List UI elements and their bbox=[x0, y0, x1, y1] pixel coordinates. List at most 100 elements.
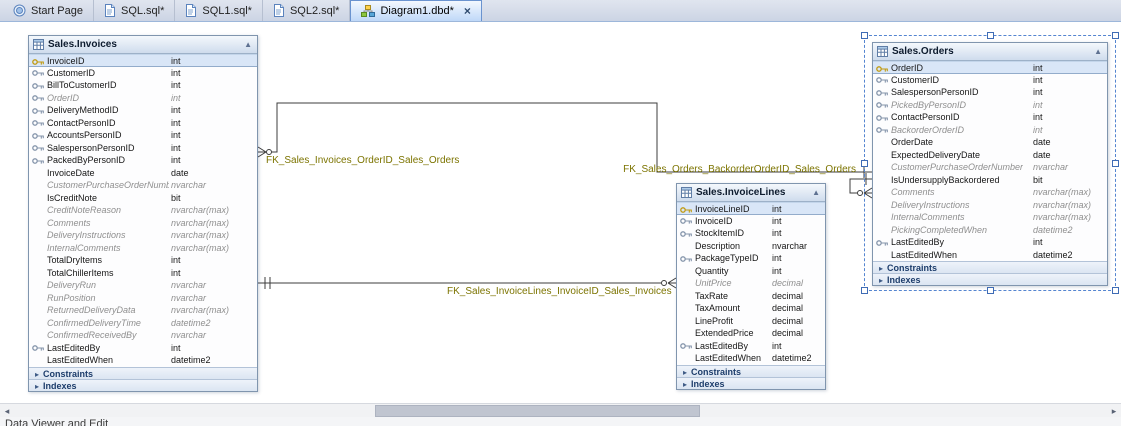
column-LastEditedBy[interactable]: LastEditedBy int bbox=[677, 340, 825, 353]
column-SalespersonPersonID[interactable]: SalespersonPersonID int bbox=[29, 142, 257, 155]
column-InternalComments[interactable]: InternalComments nvarchar(max) bbox=[873, 211, 1107, 224]
tab-label: Diagram1.dbd* bbox=[380, 5, 454, 17]
column-TaxAmount[interactable]: TaxAmount decimal bbox=[677, 302, 825, 315]
section-constraints[interactable]: ▸ Constraints bbox=[677, 364, 825, 377]
column-ExpectedDeliveryDate[interactable]: ExpectedDeliveryDate date bbox=[873, 149, 1107, 162]
column-ContactPersonID[interactable]: ContactPersonID int bbox=[873, 111, 1107, 124]
scroll-left-icon[interactable]: ◂ bbox=[0, 404, 14, 418]
close-icon[interactable]: × bbox=[464, 5, 471, 17]
column-Comments[interactable]: Comments nvarchar(max) bbox=[29, 217, 257, 230]
column-DeliveryMethodID[interactable]: DeliveryMethodID int bbox=[29, 104, 257, 117]
section-indexes[interactable]: ▸ Indexes bbox=[29, 378, 257, 391]
column-TotalChillerItems[interactable]: TotalChillerItems int bbox=[29, 267, 257, 280]
selection-handle[interactable] bbox=[987, 32, 994, 39]
selection-handle[interactable] bbox=[1112, 160, 1119, 167]
entity-header[interactable]: Sales.Orders ▲ bbox=[873, 43, 1107, 61]
column-PickingCompletedWhen[interactable]: PickingCompletedWhen datetime2 bbox=[873, 224, 1107, 237]
table-icon bbox=[33, 39, 44, 50]
column-ReturnedDeliveryData[interactable]: ReturnedDeliveryData nvarchar(max) bbox=[29, 304, 257, 317]
table-icon bbox=[877, 46, 888, 57]
column-OrderID[interactable]: OrderID int bbox=[873, 61, 1107, 74]
section-indexes[interactable]: ▸ Indexes bbox=[677, 376, 825, 389]
column-PackedByPersonID[interactable]: PackedByPersonID int bbox=[29, 154, 257, 167]
column-LastEditedWhen[interactable]: LastEditedWhen datetime2 bbox=[29, 354, 257, 367]
selection-handle[interactable] bbox=[861, 32, 868, 39]
primary-key-icon bbox=[876, 65, 888, 72]
entity-header[interactable]: Sales.InvoiceLines ▲ bbox=[677, 184, 825, 202]
column-InvoiceLineID[interactable]: InvoiceLineID int bbox=[677, 202, 825, 215]
column-StockItemID[interactable]: StockItemID int bbox=[677, 227, 825, 240]
column-OrderDate[interactable]: OrderDate date bbox=[873, 136, 1107, 149]
column-TotalDryItems[interactable]: TotalDryItems int bbox=[29, 254, 257, 267]
column-InvoiceID[interactable]: InvoiceID int bbox=[677, 215, 825, 228]
column-CustomerID[interactable]: CustomerID int bbox=[873, 74, 1107, 87]
entity-sales-orders[interactable]: Sales.Orders ▲ OrderID int CustomerID int Sale… bbox=[872, 42, 1108, 286]
horizontal-scrollbar[interactable]: ◂ ▸ bbox=[0, 403, 1121, 417]
column-LineProfit[interactable]: LineProfit decimal bbox=[677, 315, 825, 328]
tab-sql2-sql[interactable]: SQL2.sql* bbox=[263, 0, 351, 21]
foreign-key-icon bbox=[876, 114, 888, 121]
scroll-thumb[interactable] bbox=[375, 405, 700, 417]
column-ContactPersonID[interactable]: ContactPersonID int bbox=[29, 117, 257, 130]
entity-header[interactable]: Sales.Invoices ▲ bbox=[29, 36, 257, 54]
column-Quantity[interactable]: Quantity int bbox=[677, 265, 825, 278]
column-RunPosition[interactable]: RunPosition nvarchar bbox=[29, 292, 257, 305]
collapse-icon[interactable]: ▲ bbox=[243, 40, 253, 49]
column-PackageTypeID[interactable]: PackageTypeID int bbox=[677, 252, 825, 265]
selection-handle[interactable] bbox=[861, 287, 868, 294]
expand-icon: ▸ bbox=[683, 367, 688, 377]
column-PickedByPersonID[interactable]: PickedByPersonID int bbox=[873, 99, 1107, 112]
column-BackorderOrderID[interactable]: BackorderOrderID int bbox=[873, 124, 1107, 137]
selection-handle[interactable] bbox=[1112, 32, 1119, 39]
tab-diagram1-dbd[interactable]: Diagram1.dbd* × bbox=[350, 0, 482, 21]
column-CreditNoteReason[interactable]: CreditNoteReason nvarchar(max) bbox=[29, 204, 257, 217]
column-SalespersonPersonID[interactable]: SalespersonPersonID int bbox=[873, 86, 1107, 99]
foreign-key-icon bbox=[32, 157, 44, 164]
column-CustomerID[interactable]: CustomerID int bbox=[29, 67, 257, 80]
column-IsUndersupplyBackordered[interactable]: IsUndersupplyBackordered bit bbox=[873, 174, 1107, 187]
column-OrderID[interactable]: OrderID int bbox=[29, 92, 257, 105]
column-DeliveryInstructions[interactable]: DeliveryInstructions nvarchar(max) bbox=[29, 229, 257, 242]
column-InvoiceID[interactable]: InvoiceID int bbox=[29, 54, 257, 67]
column-InternalComments[interactable]: InternalComments nvarchar(max) bbox=[29, 242, 257, 255]
entity-sales-invoicelines[interactable]: Sales.InvoiceLines ▲ InvoiceLineID int Invoi… bbox=[676, 183, 826, 390]
section-constraints[interactable]: ▸ Constraints bbox=[29, 366, 257, 379]
section-constraints[interactable]: ▸ Constraints bbox=[873, 261, 1107, 273]
section-indexes[interactable]: ▸ Indexes bbox=[873, 273, 1107, 285]
column-ExtendedPrice[interactable]: ExtendedPrice decimal bbox=[677, 327, 825, 340]
column-Comments[interactable]: Comments nvarchar(max) bbox=[873, 186, 1107, 199]
collapse-icon[interactable]: ▲ bbox=[1093, 47, 1103, 56]
column-ConfirmedDeliveryTime[interactable]: ConfirmedDeliveryTime datetime2 bbox=[29, 317, 257, 330]
relationship-label[interactable]: FK_Sales_Orders_BackorderOrderID_Sales_O… bbox=[623, 164, 856, 175]
relationship-orders-backorderorderid-orders[interactable] bbox=[849, 173, 873, 199]
column-LastEditedBy[interactable]: LastEditedBy int bbox=[873, 236, 1107, 249]
selection-handle[interactable] bbox=[987, 287, 994, 294]
relationship-label[interactable]: FK_Sales_Invoices_OrderID_Sales_Orders bbox=[266, 155, 459, 166]
tab-start-page[interactable]: Start Page bbox=[3, 0, 94, 21]
column-Description[interactable]: Description nvarchar bbox=[677, 240, 825, 253]
diagram-canvas[interactable]: FK_Sales_Invoices_OrderID_Sales_Orders F… bbox=[0, 22, 1121, 403]
column-AccountsPersonID[interactable]: AccountsPersonID int bbox=[29, 129, 257, 142]
scroll-right-icon[interactable]: ▸ bbox=[1107, 404, 1121, 418]
column-InvoiceDate[interactable]: InvoiceDate date bbox=[29, 167, 257, 180]
column-TaxRate[interactable]: TaxRate decimal bbox=[677, 290, 825, 303]
relationship-label[interactable]: FK_Sales_InvoiceLines_InvoiceID_Sales_In… bbox=[447, 286, 672, 297]
column-BillToCustomerID[interactable]: BillToCustomerID int bbox=[29, 79, 257, 92]
tab-sql-sql[interactable]: SQL.sql* bbox=[94, 0, 176, 21]
column-IsCreditNote[interactable]: IsCreditNote bit bbox=[29, 192, 257, 205]
column-CustomerPurchaseOrderNumber[interactable]: CustomerPurchaseOrderNumber nvarchar bbox=[873, 161, 1107, 174]
column-CustomerPurchaseOrderNumber[interactable]: CustomerPurchaseOrderNumber nvarchar bbox=[29, 179, 257, 192]
column-LastEditedWhen[interactable]: LastEditedWhen datetime2 bbox=[873, 249, 1107, 262]
foreign-key-icon bbox=[32, 345, 44, 351]
tab-sql1-sql[interactable]: SQL1.sql* bbox=[175, 0, 263, 21]
column-LastEditedBy[interactable]: LastEditedBy int bbox=[29, 342, 257, 355]
column-DeliveryRun[interactable]: DeliveryRun nvarchar bbox=[29, 279, 257, 292]
entity-sales-invoices[interactable]: Sales.Invoices ▲ InvoiceID int CustomerID int… bbox=[28, 35, 258, 392]
column-DeliveryInstructions[interactable]: DeliveryInstructions nvarchar(max) bbox=[873, 199, 1107, 212]
column-LastEditedWhen[interactable]: LastEditedWhen datetime2 bbox=[677, 352, 825, 365]
collapse-icon[interactable]: ▲ bbox=[811, 188, 821, 197]
selection-handle[interactable] bbox=[1112, 287, 1119, 294]
column-UnitPrice[interactable]: UnitPrice decimal bbox=[677, 277, 825, 290]
selection-handle[interactable] bbox=[861, 160, 868, 167]
column-ConfirmedReceivedBy[interactable]: ConfirmedReceivedBy nvarchar bbox=[29, 329, 257, 342]
